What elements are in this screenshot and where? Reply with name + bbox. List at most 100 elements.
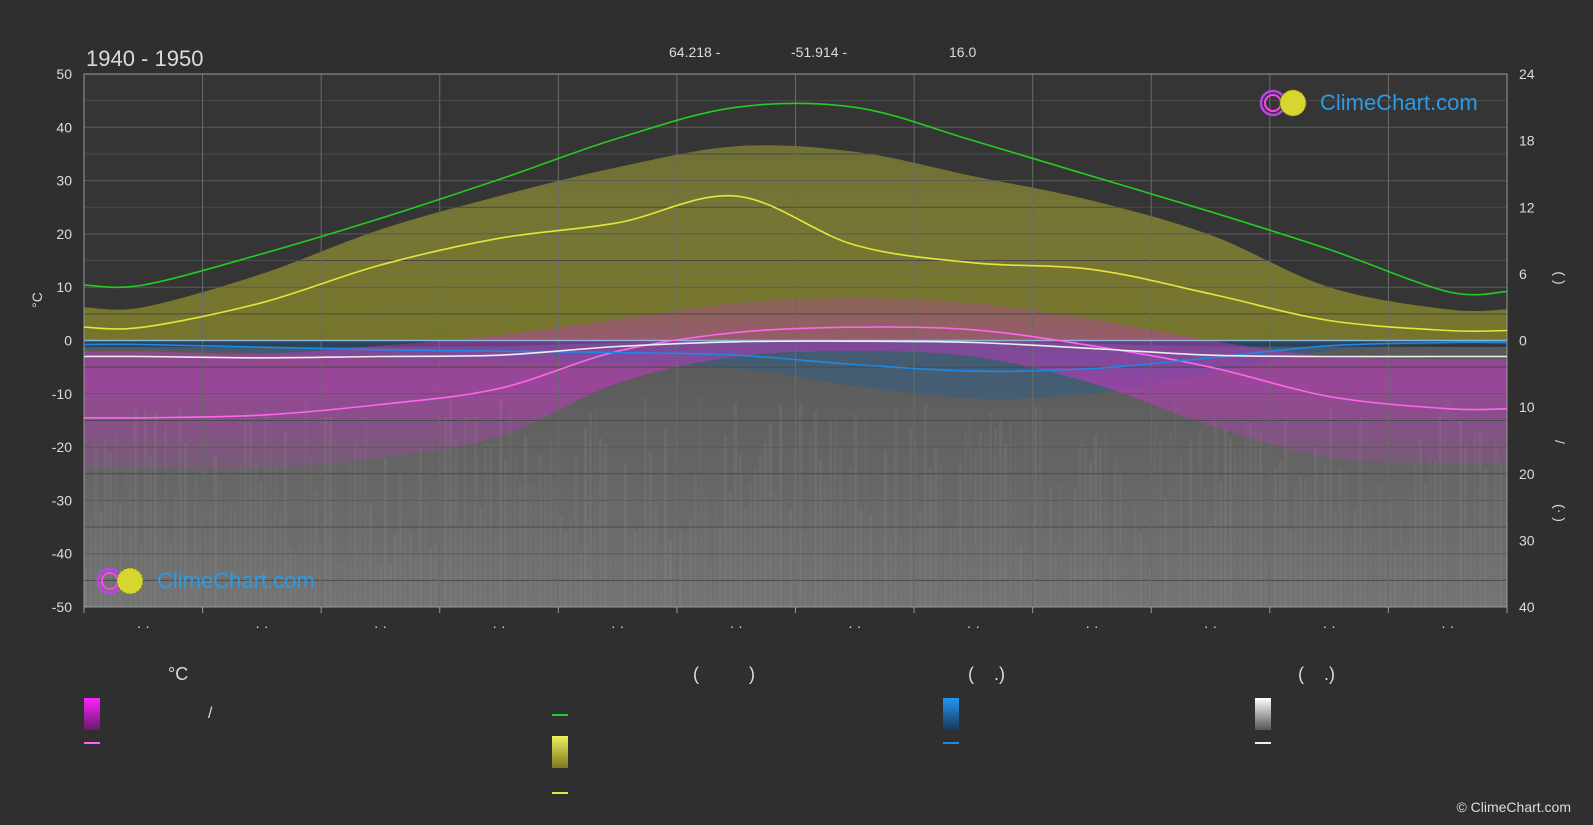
variability-strip: [1414, 463, 1417, 607]
variability-strip: [739, 454, 742, 607]
variability-strip: [504, 459, 507, 607]
variability-strip: [1454, 549, 1457, 607]
variability-strip: [1489, 514, 1492, 607]
variability-strip: [1234, 449, 1237, 607]
variability-strip: [644, 398, 647, 607]
left-axis-unit: °C: [29, 292, 45, 308]
variability-strip: [704, 496, 707, 607]
temp-mean-swatch: [84, 742, 100, 744]
variability-strip: [1499, 462, 1502, 607]
left-tick-label: -10: [52, 386, 72, 402]
variability-strip: [629, 534, 632, 607]
left-tick-label: 0: [64, 333, 72, 349]
variability-strip: [714, 496, 717, 607]
latitude-text: 64.218 -: [669, 44, 721, 60]
variability-strip: [1324, 462, 1327, 607]
variability-strip: [729, 492, 732, 607]
elevation-text: 16.0: [949, 44, 976, 60]
legend-sun-heading: ( ): [693, 664, 755, 684]
logo-bottom-text: ClimeChart.com: [157, 568, 315, 593]
right-tick-label-top: 18: [1519, 133, 1535, 149]
variability-strip: [324, 416, 327, 607]
legend-precip-heading: ( .): [968, 664, 1005, 684]
variability-strip: [1014, 444, 1017, 607]
variability-strip: [604, 443, 607, 607]
variability-strip: [749, 482, 752, 607]
left-tick-label: 40: [56, 119, 72, 135]
longitude-text: -51.914 -: [791, 44, 847, 60]
variability-strip: [849, 466, 852, 607]
legend-snow-heading: ( .): [1298, 664, 1335, 684]
variability-strip: [639, 525, 642, 607]
left-tick-label: 10: [56, 279, 72, 295]
variability-strip: [899, 537, 902, 607]
variability-strip: [1059, 485, 1062, 607]
legend-temp-heading: °C: [168, 664, 189, 684]
variability-strip: [949, 528, 952, 607]
variability-strip: [599, 437, 602, 607]
variability-strip: [414, 558, 417, 607]
period-title: 1940 - 1950: [86, 46, 203, 71]
month-label: · ·: [492, 618, 505, 634]
left-tick-label: -20: [52, 439, 72, 455]
variability-strip: [1114, 457, 1117, 607]
legend-snow-mean: [1255, 742, 1271, 744]
variability-strip: [1039, 404, 1042, 607]
variability-strip: [1064, 557, 1067, 607]
variability-strip: [1349, 531, 1352, 607]
variability-strip: [769, 423, 772, 607]
month-label: · ·: [1085, 618, 1098, 634]
legend: °C / ( ) ( .) ( .): [0, 660, 1593, 800]
variability-strip: [374, 546, 377, 607]
variability-strip: [1354, 510, 1357, 607]
sunshine-mean-swatch: [552, 792, 568, 794]
logo-bottom: ClimeChart.com: [95, 566, 315, 596]
variability-strip: [919, 510, 922, 607]
variability-strip: [694, 472, 697, 607]
sunshine-range-swatch: [552, 736, 568, 768]
variability-strip: [799, 404, 802, 607]
variability-strip: [1074, 487, 1077, 607]
variability-strip: [904, 460, 907, 607]
right-tick-label-top: 12: [1519, 199, 1535, 215]
variability-strip: [1209, 523, 1212, 607]
variability-strip: [1329, 407, 1332, 607]
variability-strip: [534, 491, 537, 607]
legend-sunshine-mean: [552, 792, 568, 794]
variability-strip: [709, 566, 712, 607]
variability-strip: [404, 521, 407, 607]
month-label: · ·: [1204, 618, 1217, 634]
variability-strip: [559, 516, 562, 607]
left-tick-label: -50: [52, 599, 72, 615]
variability-strip: [1389, 498, 1392, 607]
variability-strip: [924, 404, 927, 607]
variability-strip: [489, 443, 492, 607]
variability-strip: [1024, 404, 1027, 607]
variability-strip: [959, 461, 962, 607]
variability-strip: [1374, 540, 1377, 607]
variability-strip: [824, 475, 827, 607]
variability-strip: [589, 412, 592, 607]
variability-strip: [1274, 468, 1277, 607]
variability-strip: [779, 404, 782, 607]
right-tick-label-bottom: 40: [1519, 599, 1535, 615]
legend-temp-range-slash: /: [208, 705, 213, 722]
variability-strip: [329, 416, 332, 607]
variability-strip: [1294, 488, 1297, 607]
variability-strip: [669, 541, 672, 607]
variability-strip: [804, 531, 807, 607]
right-tick-label-bottom: 30: [1519, 532, 1535, 548]
left-tick-label: 50: [56, 66, 72, 82]
variability-strip: [1264, 559, 1267, 607]
right-axis-label-slash: /: [1552, 440, 1568, 444]
variability-strip: [529, 485, 532, 607]
variability-strip: [869, 514, 872, 607]
right-tick-label-bottom: 10: [1519, 399, 1535, 415]
month-label: · ·: [611, 618, 624, 634]
variability-strip: [1434, 460, 1437, 607]
variability-strip: [699, 398, 702, 607]
variability-strip: [859, 509, 862, 607]
variability-strip: [424, 482, 427, 607]
temp-range-swatch: [84, 698, 100, 730]
variability-strip: [544, 471, 547, 607]
